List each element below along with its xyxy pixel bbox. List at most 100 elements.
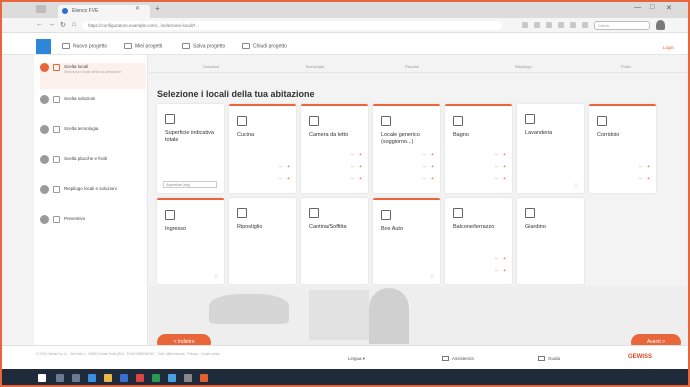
quantity-stepper[interactable]: − +: [307, 176, 365, 183]
task-view-icon[interactable]: [72, 374, 80, 382]
room-card-balcone-terrazzo[interactable]: Balcone/terrazzo − + − +: [445, 198, 512, 284]
room-card-title: Giardino: [525, 224, 546, 230]
screenshot-frame: Elenco FVE ✕ + — □ ✕ ← → ↻ ⌂ https://con…: [0, 0, 690, 387]
step-title: Riepilogo locali e soluzioni: [64, 186, 117, 191]
quantity-stepper[interactable]: − +: [451, 268, 509, 275]
tab-close-icon[interactable]: ✕: [135, 5, 140, 12]
extension-icon[interactable]: [534, 22, 540, 28]
menu-new-project[interactable]: Nuovo progetto: [62, 43, 107, 49]
back-arrow-icon[interactable]: ←: [36, 21, 43, 28]
folder-icon[interactable]: [104, 374, 112, 382]
quantity-stepper[interactable]: − +: [595, 176, 653, 183]
room-card-lavanderia[interactable]: Lavanderia ⓘ: [517, 104, 584, 193]
search-icon[interactable]: [56, 374, 64, 382]
quantity-stepper[interactable]: − +: [451, 164, 509, 171]
menu-save-project[interactable]: Salva progetto: [182, 43, 225, 49]
room-card-box-auto[interactable]: Box Auto ⓘ: [373, 198, 440, 284]
app-icon[interactable]: [136, 374, 144, 382]
new-tab-icon[interactable]: +: [155, 4, 160, 13]
address-bar[interactable]: https://configuratore.example.com/.../se…: [82, 21, 502, 30]
room-card-title: Cantina/Soffitta: [309, 224, 347, 230]
home-icon[interactable]: ⌂: [72, 21, 76, 28]
room-illustration: [149, 286, 688, 345]
info-icon[interactable]: ⓘ: [430, 274, 434, 280]
menu-my-projects[interactable]: Miei progetti: [124, 43, 162, 49]
app-icon[interactable]: [168, 374, 176, 382]
app-icon[interactable]: [120, 374, 128, 382]
sidebar-step-soluzioni[interactable]: Scelta soluzioni: [40, 95, 146, 121]
quantity-stepper[interactable]: − +: [307, 164, 365, 171]
page-title: Selezione i locali della tua abitazione: [157, 89, 315, 99]
extension-icon[interactable]: [522, 22, 528, 28]
room-card-corridoio[interactable]: Corridoio − + − +: [589, 104, 656, 193]
guide-link[interactable]: Guida: [538, 356, 560, 362]
extension-icon[interactable]: [570, 22, 576, 28]
room-card-title: Ripostiglio: [237, 224, 263, 230]
maximize-icon[interactable]: □: [650, 4, 654, 11]
cube-icon: [165, 114, 175, 124]
quantity-stepper[interactable]: − +: [379, 164, 437, 171]
favicon-icon: [62, 8, 68, 14]
forward-arrow-icon[interactable]: →: [48, 21, 55, 28]
menu-close-project[interactable]: Chiudi progetto: [242, 43, 287, 49]
closet-icon: [237, 208, 247, 218]
surface-select[interactable]: Superficie (mq): [163, 181, 217, 188]
quantity-stepper[interactable]: − +: [235, 176, 293, 183]
bookmark-icon[interactable]: [558, 22, 564, 28]
sidebar-step-tecnologia[interactable]: Scelta tecnologia: [40, 125, 146, 151]
language-select[interactable]: Lingua ▾: [348, 356, 365, 362]
info-icon[interactable]: ⓘ: [574, 183, 578, 189]
solutions-icon: [53, 96, 60, 103]
window-menu-icon[interactable]: [36, 5, 46, 13]
minimize-icon[interactable]: —: [634, 4, 641, 11]
quantity-stepper[interactable]: − +: [451, 152, 509, 159]
quantity-stepper[interactable]: − +: [379, 152, 437, 159]
room-card-locale-generico[interactable]: Locale generico (soggiorno...) − + − + −…: [373, 104, 440, 193]
chat-icon: [442, 356, 449, 362]
tab-title: Elenco FVE: [72, 8, 99, 14]
extension-icon[interactable]: [546, 22, 552, 28]
assistance-link[interactable]: Assistenza: [442, 356, 474, 362]
illustration-shape: [369, 288, 409, 344]
app-icon[interactable]: [200, 374, 208, 382]
room-card-cantina-soffitta[interactable]: Cantina/Soffitta: [301, 198, 368, 284]
quantity-stepper[interactable]: − +: [451, 176, 509, 183]
brand-logo[interactable]: [36, 39, 51, 54]
quantity-stepper[interactable]: − +: [307, 152, 365, 159]
step-status-icon: [40, 125, 49, 134]
room-card-superficie[interactable]: Superficie indicativa totale Superficie …: [157, 104, 224, 193]
info-icon[interactable]: ⓘ: [214, 274, 218, 280]
quantity-stepper[interactable]: − +: [595, 164, 653, 171]
user-login-link[interactable]: Login: [663, 45, 674, 50]
sidebar-step-riepilogo[interactable]: Riepilogo locali e soluzioni: [40, 185, 146, 211]
room-card-cucina[interactable]: Cucina − + − +: [229, 104, 296, 193]
app-icon[interactable]: [184, 374, 192, 382]
quantity-stepper[interactable]: − +: [235, 164, 293, 171]
os-taskbar: [2, 369, 688, 385]
sidebar-step-preventivo[interactable]: Preventivo: [40, 215, 146, 241]
room-card-camera-da-letto[interactable]: Camera da letto − + − + − +: [301, 104, 368, 193]
app-icon[interactable]: [152, 374, 160, 382]
corridor-icon: [597, 116, 607, 126]
quantity-stepper[interactable]: − +: [451, 256, 509, 263]
step-title: Scelta locali: [64, 64, 89, 69]
window-close-icon[interactable]: ✕: [666, 4, 672, 12]
room-card-ripostiglio[interactable]: Ripostiglio: [229, 198, 296, 284]
browser-toolbar: ← → ↻ ⌂ https://configuratore.example.co…: [2, 18, 688, 33]
edge-icon[interactable]: [88, 374, 96, 382]
extension-icon[interactable]: [582, 22, 588, 28]
start-icon[interactable]: [38, 374, 46, 382]
room-card-giardino[interactable]: Giardino: [517, 198, 584, 284]
room-card-bagno[interactable]: Bagno − + − + − +: [445, 104, 512, 193]
browser-search-input[interactable]: Cerca: [594, 21, 650, 30]
quantity-stepper[interactable]: − +: [379, 176, 437, 183]
illustration-shape: [309, 290, 369, 340]
step-subtitle: Seleziona i locali della tua abitazione: [64, 70, 122, 74]
step-status-icon: [40, 155, 49, 164]
room-card-title: Box Auto: [381, 226, 404, 232]
reload-icon[interactable]: ↻: [60, 21, 66, 29]
sidebar-step-placche[interactable]: Scelta placche e frutti: [40, 155, 146, 181]
profile-icon[interactable]: [656, 20, 665, 30]
sidebar-step-locali[interactable]: Scelta locali Seleziona i locali della t…: [40, 63, 146, 89]
room-card-ingresso[interactable]: Ingresso ⓘ: [157, 198, 224, 284]
